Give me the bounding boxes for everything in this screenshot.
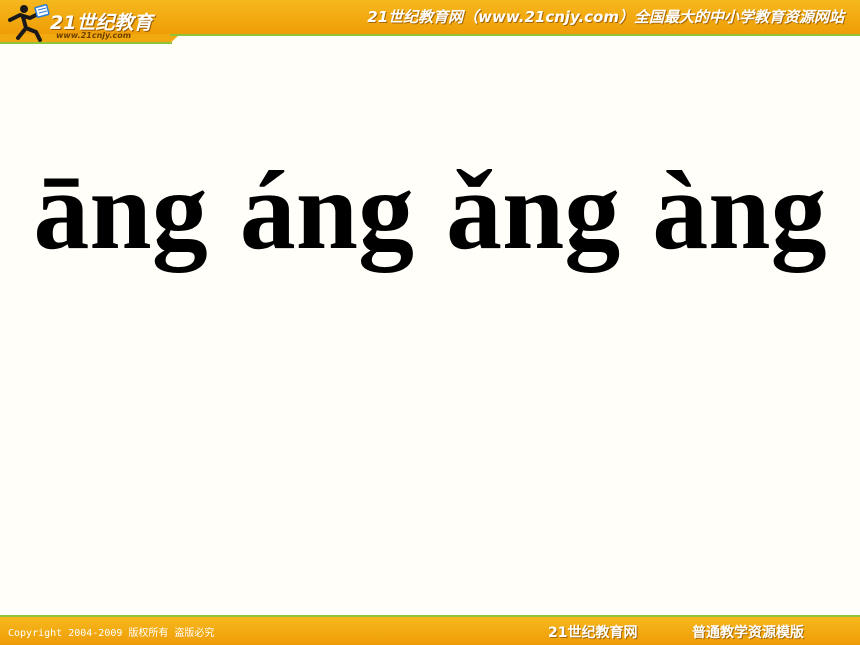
slide: 21世纪教育 www.21cnjy.com 21世纪教育网（www.21cnjy… (0, 0, 860, 645)
copyright-text: Copyright 2004-2009 版权所有 盗版必究 (8, 628, 215, 639)
running-figure-icon (8, 4, 50, 42)
header-band: 21世纪教育 www.21cnjy.com 21世纪教育网（www.21cnjy… (0, 0, 860, 44)
site-slogan: 21世纪教育网（www.21cnjy.com）全国最大的中小学教育资源网站 (367, 8, 844, 26)
syllable-tone-2: áng (239, 149, 414, 273)
pinyin-syllables: āng áng ǎng àng (0, 149, 860, 273)
header-tab-divider (0, 42, 172, 44)
syllable-tone-4: àng (652, 149, 827, 273)
footer-tagline: 普通教学资源模版 (692, 625, 804, 641)
syllable-tone-3: ǎng (446, 149, 621, 273)
logo-url: www.21cnjy.com (56, 31, 132, 40)
slide-content: āng áng ǎng àng (0, 149, 860, 273)
footer-brand: 21世纪教育网 (548, 625, 638, 641)
site-logo[interactable]: 21世纪教育 www.21cnjy.com (4, 2, 154, 42)
footer-band: Copyright 2004-2009 版权所有 盗版必究 21世纪教育网 普通… (0, 615, 860, 645)
header-divider (170, 34, 860, 36)
syllable-tone-1: āng (33, 149, 208, 273)
